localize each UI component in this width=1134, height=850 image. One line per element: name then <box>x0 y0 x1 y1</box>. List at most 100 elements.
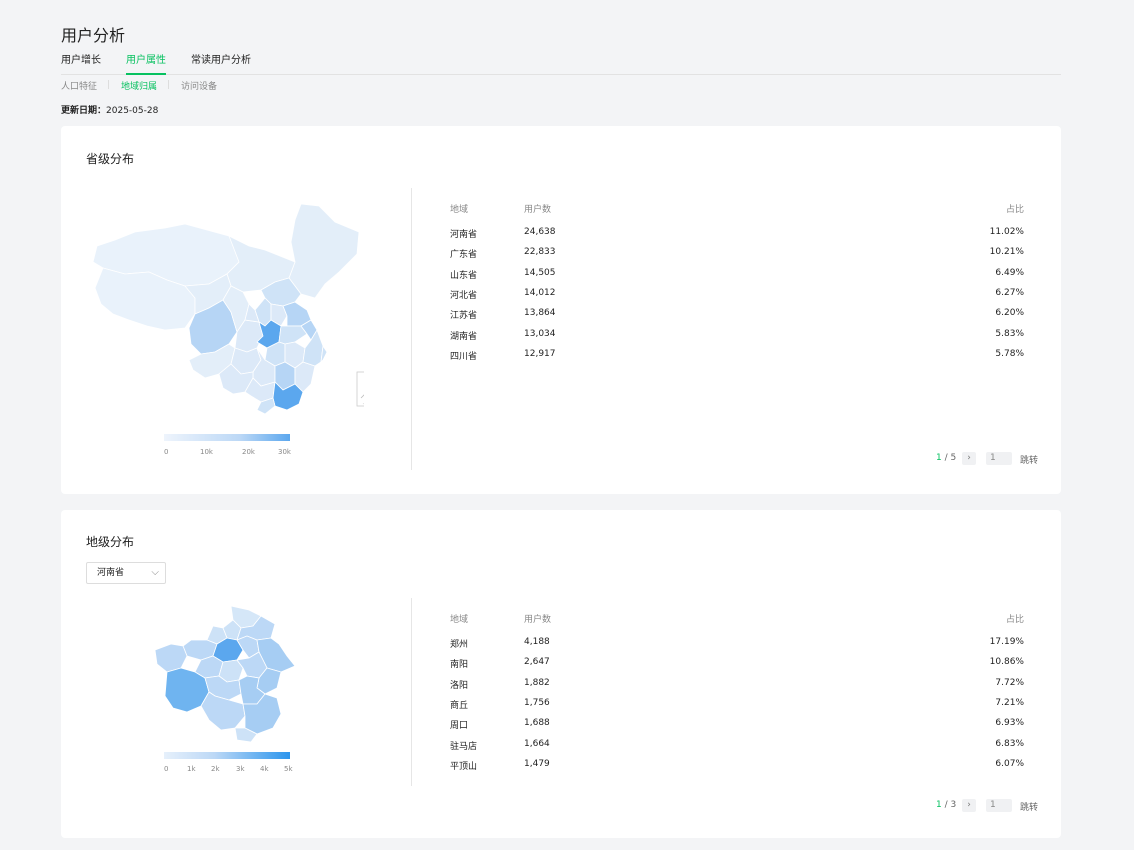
table-row: 平顶山 1,479 6.07% <box>450 758 1024 772</box>
ratio-cell: 5.83% <box>995 328 1024 339</box>
users-cell: 1,882 <box>524 677 550 688</box>
users-cell: 14,505 <box>524 267 556 278</box>
table-row: 洛阳 1,882 7.72% <box>450 677 1024 691</box>
china-map[interactable] <box>89 202 364 417</box>
page: 用户分析 用户增长 用户属性 常读用户分析 人口特征 地域归属 访问设备 更新日… <box>0 0 1134 850</box>
pager-jump-button[interactable]: 跳转 <box>1020 453 1038 466</box>
subtab-demographics[interactable]: 人口特征 <box>61 79 97 92</box>
update-date: 更新日期：2025-05-28 <box>61 103 158 116</box>
ratio-cell: 7.72% <box>995 677 1024 688</box>
city-legend-label: 4k <box>260 765 269 773</box>
page-title: 用户分析 <box>61 26 126 45</box>
province-legend-label: 0 <box>164 448 169 456</box>
ratio-cell: 11.02% <box>989 227 1024 237</box>
ratio-cell: 5.78% <box>995 348 1024 359</box>
pager-total: / 3 <box>944 800 957 810</box>
table-row: 郑州 4,188 17.19% <box>450 637 1024 650</box>
table-row: 河南省 24,638 11.02% <box>450 227 1024 240</box>
province-card-title: 省级分布 <box>86 152 135 166</box>
pager-next-button[interactable]: › <box>962 799 976 812</box>
table-row: 河北省 14,012 6.27% <box>450 287 1024 301</box>
tab-frequent-readers[interactable]: 常读用户分析 <box>191 54 251 73</box>
pager-jump-button[interactable]: 跳转 <box>1020 800 1038 813</box>
users-cell: 2,647 <box>524 657 550 668</box>
ratio-cell: 7.21% <box>995 697 1024 708</box>
ratio-cell: 6.49% <box>995 267 1024 278</box>
users-cell: 22,833 <box>524 247 556 258</box>
header-users: 用户数 <box>524 615 552 625</box>
users-cell: 13,864 <box>524 308 556 319</box>
region-cell: 平顶山 <box>450 761 478 772</box>
region-cell: 河南省 <box>450 230 478 240</box>
south-sea-inset <box>356 371 364 407</box>
users-cell: 4,188 <box>524 637 550 647</box>
header-users: 用户数 <box>524 205 552 215</box>
ratio-cell: 6.27% <box>995 287 1024 298</box>
update-value: 2025-05-28 <box>106 106 159 116</box>
province-legend-bar <box>164 434 290 441</box>
city-legend-label: 2k <box>211 765 220 773</box>
province-pager: 1 / 5 <box>936 453 956 463</box>
city-legend-label: 0 <box>164 765 169 773</box>
pager-page-input[interactable]: 1 <box>986 452 1012 465</box>
tab-user-growth[interactable]: 用户增长 <box>61 54 101 73</box>
pager-current: 1 <box>936 453 942 463</box>
table-row: 湖南省 13,034 5.83% <box>450 328 1024 342</box>
region-cell: 驻马店 <box>450 741 478 752</box>
region-cell: 河北省 <box>450 290 478 301</box>
province-table: 地域 用户数 占比 河南省 24,638 11.02% 广东省 22,833 10.21%… <box>450 202 1024 372</box>
table-row: 周口 1,688 6.93% <box>450 718 1024 732</box>
subtab-divider <box>108 80 109 89</box>
ratio-cell: 17.19% <box>989 637 1024 647</box>
users-cell: 1,756 <box>524 697 550 708</box>
ratio-cell: 10.86% <box>989 657 1024 668</box>
pager-next-button[interactable]: › <box>962 452 976 465</box>
henan-map[interactable] <box>153 604 299 744</box>
ratio-cell: 10.21% <box>989 247 1024 258</box>
city-card: 地级分布 河南省 ⌵ 0 1k 2k 3k 4k 5k 地域 用户数 占比 郑州… <box>61 510 1061 838</box>
users-cell: 1,688 <box>524 718 550 729</box>
header-region: 地域 <box>450 615 469 625</box>
city-divider <box>411 598 412 786</box>
region-cell: 广东省 <box>450 250 478 261</box>
province-legend-label: 30k <box>278 448 291 456</box>
header-region: 地域 <box>450 205 469 215</box>
region-cell: 郑州 <box>450 640 469 650</box>
city-legend-bar <box>164 752 290 759</box>
users-cell: 14,012 <box>524 287 556 298</box>
users-cell: 1,479 <box>524 758 550 769</box>
region-cell: 江苏省 <box>450 311 478 322</box>
update-label: 更新日期： <box>61 106 107 116</box>
ratio-cell: 6.07% <box>995 758 1024 769</box>
subtab-devices[interactable]: 访问设备 <box>181 79 217 92</box>
pager-current: 1 <box>936 800 942 810</box>
province-legend-label: 20k <box>242 448 255 456</box>
region-cell: 湖南省 <box>450 331 478 342</box>
province-divider <box>411 188 412 470</box>
pager-page-input[interactable]: 1 <box>986 799 1012 812</box>
province-legend-label: 10k <box>200 448 213 456</box>
users-cell: 1,664 <box>524 738 550 749</box>
header-ratio: 占比 <box>1005 205 1024 215</box>
main-tabs: 用户增长 用户属性 常读用户分析 <box>61 54 1061 75</box>
region-cell: 山东省 <box>450 270 478 281</box>
tab-user-attributes[interactable]: 用户属性 <box>126 54 166 75</box>
users-cell: 13,034 <box>524 328 556 339</box>
users-cell: 24,638 <box>524 227 556 237</box>
ratio-cell: 6.93% <box>995 718 1024 729</box>
region-cell: 周口 <box>450 721 469 732</box>
subtab-region[interactable]: 地域归属 <box>121 79 157 92</box>
region-cell: 洛阳 <box>450 680 469 691</box>
region-cell: 南阳 <box>450 660 469 671</box>
province-card: 省级分布 0 10k 20k 30k 地域 用户数 占比 河南省 24,638 … <box>61 126 1061 494</box>
table-row: 江苏省 13,864 6.20% <box>450 308 1024 322</box>
table-row: 南阳 2,647 10.86% <box>450 657 1024 671</box>
table-row: 广东省 22,833 10.21% <box>450 247 1024 261</box>
users-cell: 12,917 <box>524 348 556 359</box>
header-ratio: 占比 <box>1005 615 1024 625</box>
subtab-divider <box>168 80 169 89</box>
ratio-cell: 6.83% <box>995 738 1024 749</box>
city-card-title: 地级分布 <box>86 535 135 549</box>
province-select[interactable]: 河南省 ⌵ <box>86 562 166 584</box>
province-select-value: 河南省 <box>97 568 125 578</box>
